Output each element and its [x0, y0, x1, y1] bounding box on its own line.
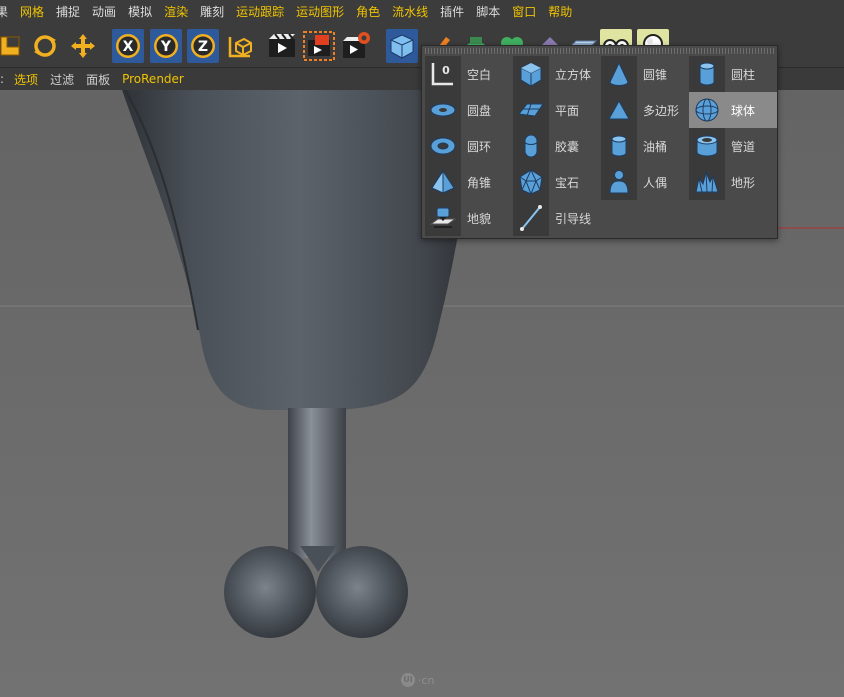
cube-icon	[513, 56, 549, 92]
watermark: UI ·cn	[401, 672, 441, 688]
menu-item-render[interactable]: 渲染	[158, 0, 194, 24]
oil-tank-icon	[601, 128, 637, 164]
popup-item-pyramid[interactable]: 角锥	[425, 164, 513, 200]
landscape-icon	[689, 164, 725, 200]
y-axis-icon[interactable]: Y	[150, 29, 182, 63]
popup-item-label: 平面	[555, 103, 580, 118]
menu-item-animate[interactable]: 动画	[86, 0, 122, 24]
capsule-icon	[513, 128, 549, 164]
popup-item-plane[interactable]: 平面	[513, 92, 601, 128]
popup-item-label: 球体	[731, 103, 756, 118]
popup-item-label: 圆锥	[643, 67, 668, 82]
move-icon[interactable]	[67, 29, 99, 63]
popup-item-guide[interactable]: 引导线	[513, 200, 601, 236]
relief-icon	[425, 200, 461, 236]
menu-item-simulate[interactable]: 模拟	[122, 0, 158, 24]
popup-item-label: 宝石	[555, 175, 580, 190]
guide-icon	[513, 200, 549, 236]
popup-item-platonic[interactable]: 宝石	[513, 164, 601, 200]
menu-item-snap[interactable]: 捕捉	[50, 0, 86, 24]
sphere-icon	[689, 92, 725, 128]
popup-item-label: 人偶	[643, 175, 668, 190]
y-axis-label: Y	[160, 39, 172, 55]
tab-prorender[interactable]: ProRender	[116, 72, 190, 86]
popup-item-label: 立方体	[555, 67, 592, 82]
popup-item-capsule[interactable]: 胶囊	[513, 128, 601, 164]
menu-item-pipeline[interactable]: 流水线	[386, 0, 434, 24]
popup-item-oil-tank[interactable]: 油桶	[601, 128, 689, 164]
menu-item-script[interactable]: 脚本	[470, 0, 506, 24]
tab-panel[interactable]: 面板	[80, 71, 116, 88]
render-view-icon[interactable]	[266, 29, 298, 63]
plane-icon	[513, 92, 549, 128]
popup-drag-handle[interactable]	[425, 48, 774, 54]
popup-item-label: 圆环	[467, 139, 492, 154]
menu-item-mograph[interactable]: 运动图形	[290, 0, 350, 24]
popup-item-cylinder[interactable]: 圆柱	[689, 56, 777, 92]
popup-item-cone[interactable]: 圆锥	[601, 56, 689, 92]
tab-filter[interactable]: 过滤	[44, 71, 80, 88]
scale-icon[interactable]	[0, 29, 22, 63]
x-axis-icon[interactable]: X	[112, 29, 144, 63]
tube-icon	[689, 128, 725, 164]
watermark-logo: UI	[401, 673, 415, 687]
popup-item-figure[interactable]: 人偶	[601, 164, 689, 200]
cone-icon	[601, 56, 637, 92]
render-region-icon[interactable]	[303, 29, 335, 63]
menu-item-character[interactable]: 角色	[350, 0, 386, 24]
menu-item-plugins[interactable]: 插件	[434, 0, 470, 24]
popup-item-tube[interactable]: 管道	[689, 128, 777, 164]
menu-item-motion-tracker[interactable]: 运动跟踪	[230, 0, 290, 24]
popup-item-label: 管道	[731, 139, 756, 154]
popup-item-disc[interactable]: 圆盘	[425, 92, 513, 128]
null-icon: 0	[425, 56, 461, 92]
menu-item-mesh[interactable]: 网格	[14, 0, 50, 24]
popup-item-label: 地形	[731, 175, 756, 190]
popup-item-label: 角锥	[467, 175, 492, 190]
z-axis-label: Z	[198, 39, 208, 55]
coordinate-system-icon[interactable]	[224, 29, 256, 63]
menu-bar: 果 网格 捕捉 动画 模拟 渲染 雕刻 运动跟踪 运动图形 角色 流水线 插件 …	[0, 0, 844, 24]
render-settings-icon[interactable]	[340, 29, 372, 63]
popup-item-label: 圆柱	[731, 67, 756, 82]
figure-icon	[601, 164, 637, 200]
cube-icon[interactable]	[386, 29, 418, 63]
z-axis-icon[interactable]: Z	[187, 29, 219, 63]
pyramid-icon	[425, 164, 461, 200]
menu-item-partial[interactable]: 果	[0, 0, 14, 24]
popup-item-torus[interactable]: 圆环	[425, 128, 513, 164]
popup-item-label: 圆盘	[467, 103, 492, 118]
primitive-objects-popup: 0 空白 立方体 圆锥 圆柱 圆盘 平面 多边形 球体 圆环 胶囊 油桶 管道 …	[421, 45, 778, 239]
x-axis-label: X	[123, 39, 134, 55]
popup-item-relief[interactable]: 地貌	[425, 200, 513, 236]
torus-icon	[425, 128, 461, 164]
polygon-icon	[601, 92, 637, 128]
popup-item-label: 胶囊	[555, 139, 580, 154]
menu-item-window[interactable]: 窗口	[506, 0, 542, 24]
popup-item-label: 空白	[467, 67, 492, 82]
svg-text:0: 0	[442, 64, 450, 77]
popup-item-cube[interactable]: 立方体	[513, 56, 601, 92]
tab-partial: :	[0, 72, 5, 86]
rotate-icon[interactable]	[29, 29, 61, 63]
menu-item-help[interactable]: 帮助	[542, 0, 578, 24]
popup-item-polygon[interactable]: 多边形	[601, 92, 689, 128]
tab-options[interactable]: 选项	[8, 71, 44, 88]
popup-item-label: 油桶	[643, 139, 668, 154]
popup-item-label: 多边形	[643, 103, 680, 118]
popup-item-sphere[interactable]: 球体	[689, 92, 777, 128]
popup-item-null[interactable]: 0 空白	[425, 56, 513, 92]
watermark-text: ·cn	[418, 673, 435, 687]
disc-icon	[425, 92, 461, 128]
cylinder-icon	[689, 56, 725, 92]
menu-item-sculpt[interactable]: 雕刻	[194, 0, 230, 24]
popup-item-label: 引导线	[555, 211, 592, 226]
popup-item-landscape[interactable]: 地形	[689, 164, 777, 200]
platonic-icon	[513, 164, 549, 200]
popup-item-label: 地貌	[467, 211, 492, 226]
